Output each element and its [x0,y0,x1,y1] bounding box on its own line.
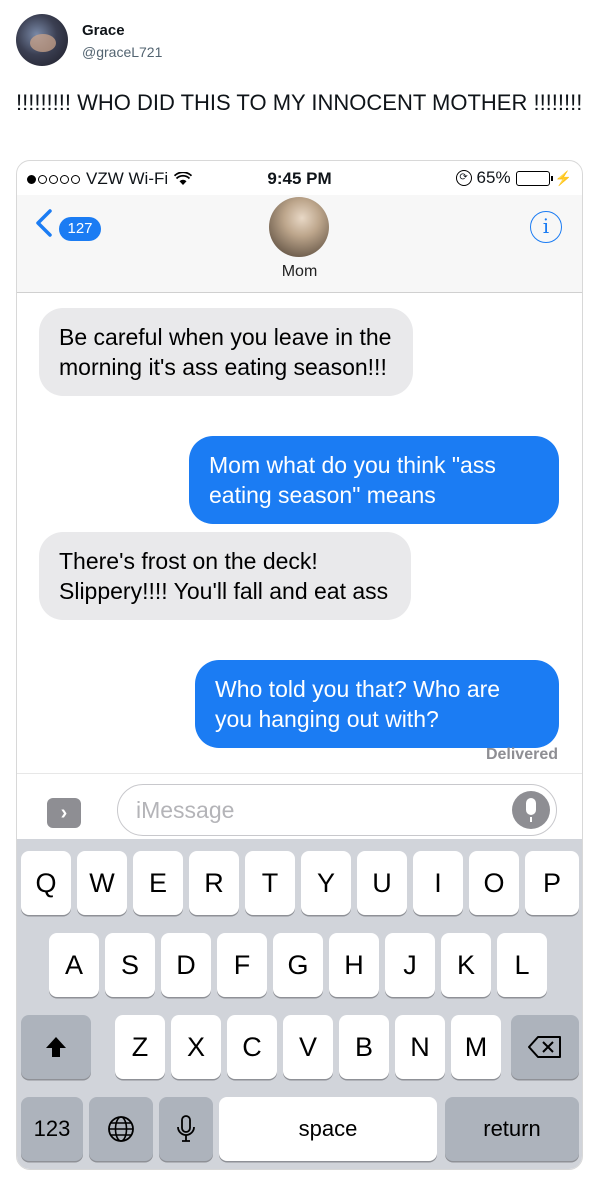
info-icon[interactable]: i [530,211,562,243]
keyboard: Q W E R T Y U I O P A S D F G H J K L Z … [17,839,582,1169]
key-r[interactable]: R [189,851,239,915]
key-k[interactable]: K [441,933,491,997]
key-q[interactable]: Q [21,851,71,915]
battery-percent: 65% [476,168,511,187]
key-f[interactable]: F [217,933,267,997]
status-bar: VZW Wi-Fi 9:45 PM ⟳ 65% ⚡ [17,161,582,195]
key-u[interactable]: U [357,851,407,915]
key-y[interactable]: Y [301,851,351,915]
user-handle[interactable]: @graceL721 [82,44,162,60]
key-e[interactable]: E [133,851,183,915]
message-list: Be careful when you leave in the morning… [17,294,582,774]
key-z[interactable]: Z [115,1015,165,1079]
key-x[interactable]: X [171,1015,221,1079]
unread-count-badge[interactable]: 127 [59,217,101,241]
key-j[interactable]: J [385,933,435,997]
backspace-key[interactable] [511,1015,579,1079]
display-name[interactable]: Grace [82,22,125,39]
message-bubble-outgoing[interactable]: Who told you that? Who are you hanging o… [195,660,559,748]
numbers-key[interactable]: 123 [21,1097,83,1161]
contact-avatar[interactable] [269,197,329,257]
back-chevron-icon[interactable] [35,209,53,237]
avatar[interactable] [16,14,68,66]
shift-key[interactable] [21,1015,91,1079]
key-o[interactable]: O [469,851,519,915]
message-input-placeholder: iMessage [136,797,235,823]
backspace-icon [528,1036,561,1058]
key-i[interactable]: I [413,851,463,915]
message-bubble-incoming[interactable]: There's frost on the deck! Slippery!!!! … [39,532,411,620]
apps-expand-button[interactable]: › [47,798,81,828]
key-c[interactable]: C [227,1015,277,1079]
key-g[interactable]: G [273,933,323,997]
delivered-status: Delivered [485,746,558,763]
tweet-text: !!!!!!!!! WHO DID THIS TO MY INNOCENT MO… [16,90,583,115]
microphone-icon [177,1115,195,1142]
key-l[interactable]: L [497,933,547,997]
message-input[interactable]: iMessage [117,784,557,836]
globe-icon [108,1116,134,1142]
key-a[interactable]: A [49,933,99,997]
key-n[interactable]: N [395,1015,445,1079]
key-d[interactable]: D [161,933,211,997]
dictation-key[interactable] [159,1097,213,1161]
charging-bolt-icon: ⚡ [554,169,572,186]
message-screenshot: VZW Wi-Fi 9:45 PM ⟳ 65% ⚡ 127 Mom i Be c… [16,160,583,1170]
dictation-mic-icon[interactable] [512,791,550,829]
space-key[interactable]: space [219,1097,437,1161]
key-h[interactable]: H [329,933,379,997]
tweet-header: Grace @graceL721 [16,14,583,74]
key-p[interactable]: P [525,851,579,915]
message-bubble-incoming[interactable]: Be careful when you leave in the morning… [39,308,413,396]
contact-name[interactable]: Mom [17,263,582,281]
battery-icon [515,170,553,186]
conversation-header: 127 Mom i [17,195,582,293]
globe-key[interactable] [89,1097,153,1161]
input-bar: › iMessage [17,773,582,839]
key-s[interactable]: S [105,933,155,997]
key-t[interactable]: T [245,851,295,915]
key-v[interactable]: V [283,1015,333,1079]
key-w[interactable]: W [77,851,127,915]
key-m[interactable]: M [451,1015,501,1079]
return-key[interactable]: return [445,1097,579,1161]
key-b[interactable]: B [339,1015,389,1079]
message-bubble-outgoing[interactable]: Mom what do you think "ass eating season… [189,436,559,524]
rotation-lock-icon: ⟳ [455,170,472,186]
shift-arrow-icon [46,1037,66,1057]
